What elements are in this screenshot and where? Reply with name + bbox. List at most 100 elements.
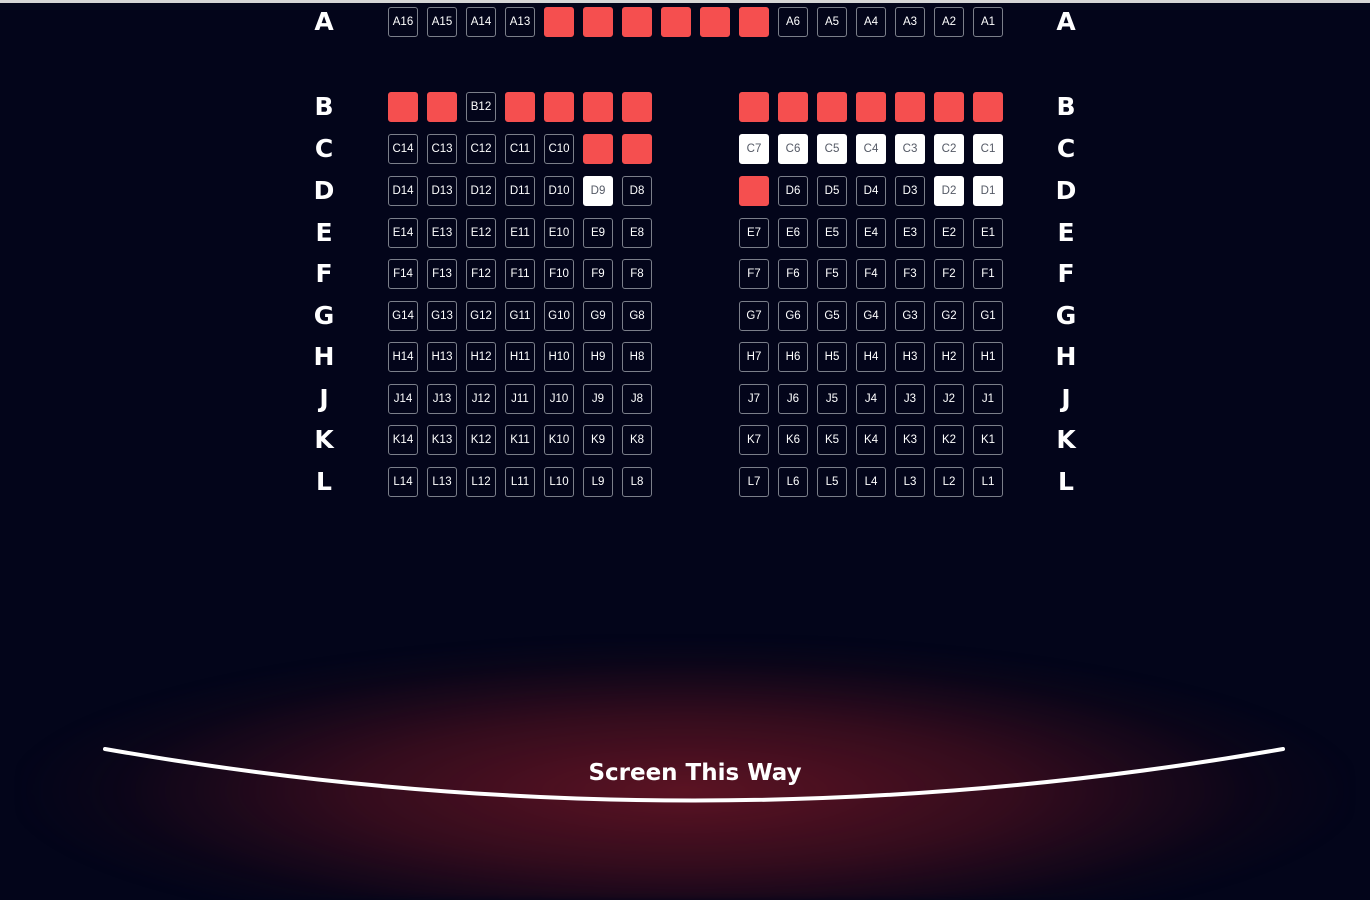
seat-l8[interactable]: L8 [622,467,652,497]
seat-f12[interactable]: F12 [466,259,496,289]
seat-e1[interactable]: E1 [973,218,1003,248]
seat-k10[interactable]: K10 [544,425,574,455]
seat-c3[interactable]: C3 [895,134,925,164]
seat-g3[interactable]: G3 [895,301,925,331]
seat-h6[interactable]: H6 [778,342,808,372]
seat-c14[interactable]: C14 [388,134,418,164]
seat-f4[interactable]: F4 [856,259,886,289]
seat-h14[interactable]: H14 [388,342,418,372]
seat-j8[interactable]: J8 [622,384,652,414]
seat-k7[interactable]: K7 [739,425,769,455]
seat-h5[interactable]: H5 [817,342,847,372]
seat-d8[interactable]: D8 [622,176,652,206]
seat-j3[interactable]: J3 [895,384,925,414]
seat-f3[interactable]: F3 [895,259,925,289]
seat-d9[interactable]: D9 [583,176,613,206]
seat-g5[interactable]: G5 [817,301,847,331]
seat-f5[interactable]: F5 [817,259,847,289]
seat-e4[interactable]: E4 [856,218,886,248]
seat-j5[interactable]: J5 [817,384,847,414]
seat-h3[interactable]: H3 [895,342,925,372]
seat-a2[interactable]: A2 [934,7,964,37]
seat-h2[interactable]: H2 [934,342,964,372]
seat-c5[interactable]: C5 [817,134,847,164]
seat-g4[interactable]: G4 [856,301,886,331]
seat-k3[interactable]: K3 [895,425,925,455]
seat-f14[interactable]: F14 [388,259,418,289]
seat-k1[interactable]: K1 [973,425,1003,455]
seat-g11[interactable]: G11 [505,301,535,331]
seat-d4[interactable]: D4 [856,176,886,206]
seat-d2[interactable]: D2 [934,176,964,206]
seat-k13[interactable]: K13 [427,425,457,455]
seat-a3[interactable]: A3 [895,7,925,37]
seat-j12[interactable]: J12 [466,384,496,414]
seat-g6[interactable]: G6 [778,301,808,331]
seat-c13[interactable]: C13 [427,134,457,164]
seat-e12[interactable]: E12 [466,218,496,248]
seat-c4[interactable]: C4 [856,134,886,164]
seat-d3[interactable]: D3 [895,176,925,206]
seat-j11[interactable]: J11 [505,384,535,414]
seat-h10[interactable]: H10 [544,342,574,372]
seat-h1[interactable]: H1 [973,342,1003,372]
seat-f8[interactable]: F8 [622,259,652,289]
seat-l13[interactable]: L13 [427,467,457,497]
seat-f2[interactable]: F2 [934,259,964,289]
seat-e7[interactable]: E7 [739,218,769,248]
seat-d11[interactable]: D11 [505,176,535,206]
seat-e5[interactable]: E5 [817,218,847,248]
seat-d13[interactable]: D13 [427,176,457,206]
seat-d12[interactable]: D12 [466,176,496,206]
seat-e8[interactable]: E8 [622,218,652,248]
seat-h7[interactable]: H7 [739,342,769,372]
seat-j10[interactable]: J10 [544,384,574,414]
seat-l14[interactable]: L14 [388,467,418,497]
seat-l7[interactable]: L7 [739,467,769,497]
seat-g12[interactable]: G12 [466,301,496,331]
seat-h8[interactable]: H8 [622,342,652,372]
seat-e2[interactable]: E2 [934,218,964,248]
seat-k14[interactable]: K14 [388,425,418,455]
seat-f13[interactable]: F13 [427,259,457,289]
seat-k2[interactable]: K2 [934,425,964,455]
seat-l6[interactable]: L6 [778,467,808,497]
seat-d5[interactable]: D5 [817,176,847,206]
seat-j9[interactable]: J9 [583,384,613,414]
seat-k11[interactable]: K11 [505,425,535,455]
seat-l5[interactable]: L5 [817,467,847,497]
seat-c10[interactable]: C10 [544,134,574,164]
seat-k4[interactable]: K4 [856,425,886,455]
seat-g1[interactable]: G1 [973,301,1003,331]
seat-e10[interactable]: E10 [544,218,574,248]
seat-e13[interactable]: E13 [427,218,457,248]
seat-c12[interactable]: C12 [466,134,496,164]
seat-f7[interactable]: F7 [739,259,769,289]
seat-f6[interactable]: F6 [778,259,808,289]
seat-d14[interactable]: D14 [388,176,418,206]
seat-a13[interactable]: A13 [505,7,535,37]
seat-f10[interactable]: F10 [544,259,574,289]
seat-j7[interactable]: J7 [739,384,769,414]
seat-a16[interactable]: A16 [388,7,418,37]
seat-e6[interactable]: E6 [778,218,808,248]
seat-g8[interactable]: G8 [622,301,652,331]
seat-a14[interactable]: A14 [466,7,496,37]
seat-h11[interactable]: H11 [505,342,535,372]
seat-g2[interactable]: G2 [934,301,964,331]
seat-e9[interactable]: E9 [583,218,613,248]
seat-a6[interactable]: A6 [778,7,808,37]
seat-l2[interactable]: L2 [934,467,964,497]
seat-j13[interactable]: J13 [427,384,457,414]
seat-l3[interactable]: L3 [895,467,925,497]
seat-k6[interactable]: K6 [778,425,808,455]
seat-c1[interactable]: C1 [973,134,1003,164]
seat-f11[interactable]: F11 [505,259,535,289]
seat-d1[interactable]: D1 [973,176,1003,206]
seat-c11[interactable]: C11 [505,134,535,164]
seat-k12[interactable]: K12 [466,425,496,455]
seat-g9[interactable]: G9 [583,301,613,331]
seat-a4[interactable]: A4 [856,7,886,37]
seat-c7[interactable]: C7 [739,134,769,164]
seat-k9[interactable]: K9 [583,425,613,455]
